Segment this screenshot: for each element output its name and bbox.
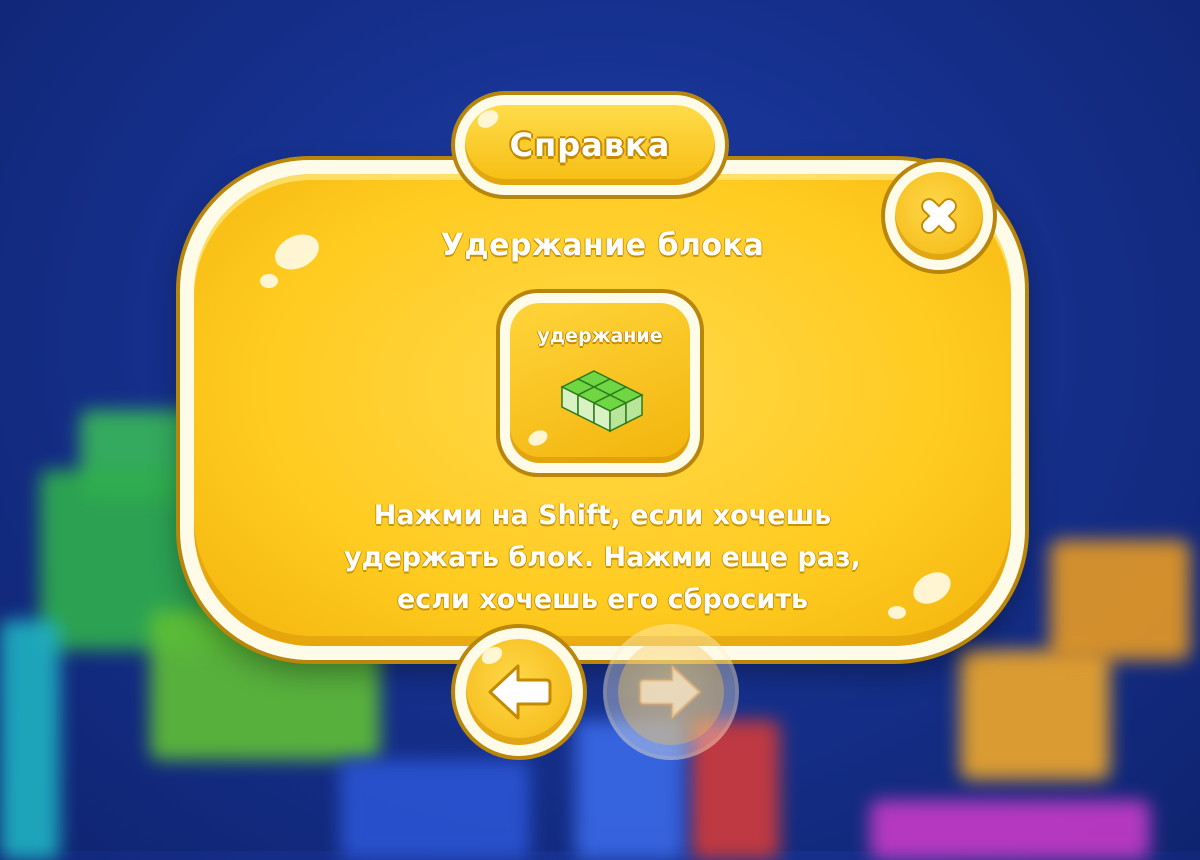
bg-block — [0, 620, 60, 860]
shine-highlight — [260, 274, 278, 288]
next-page-button-face — [618, 639, 724, 745]
dialog-title: Справка — [509, 126, 671, 164]
bg-block — [1050, 540, 1190, 660]
bg-block — [340, 760, 530, 860]
arrow-left-icon — [488, 664, 552, 720]
description-line: если хочешь его сбросить — [396, 584, 809, 615]
bg-block — [960, 650, 1110, 780]
green-block-icon — [560, 370, 644, 433]
hold-feature-card-face: удержание — [510, 303, 690, 463]
description-line: удержать блок. Нажми еще раз, — [344, 542, 861, 573]
hold-feature-card: удержание — [500, 293, 700, 473]
hold-feature-label: удержание — [537, 325, 663, 347]
next-page-button[interactable] — [607, 628, 735, 756]
arrow-right-icon — [638, 664, 702, 720]
previous-page-button[interactable] — [455, 628, 583, 756]
description-line: Нажми на Shift, если хочешь — [373, 500, 832, 531]
section-heading: Удержание блока — [440, 228, 765, 263]
dialog-title-pill-inner: Справка — [465, 105, 715, 185]
shine-highlight — [525, 427, 551, 449]
dialog-title-pill: Справка — [455, 95, 725, 195]
bg-block — [870, 800, 1150, 860]
help-description: Нажми на Shift, если хочешь удержать бло… — [180, 495, 1025, 621]
